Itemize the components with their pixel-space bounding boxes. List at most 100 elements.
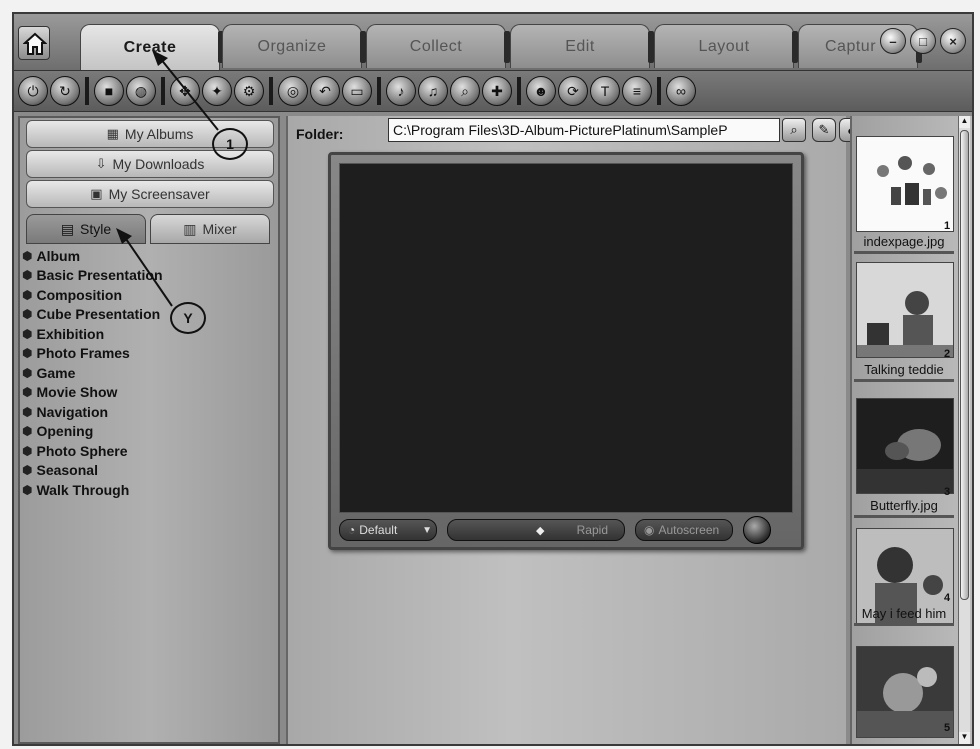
my-screensaver-button[interactable]: ▣ My Screensaver: [26, 180, 274, 208]
tab-organize[interactable]: Organize: [222, 24, 366, 68]
person-icon: ☻: [533, 83, 549, 99]
style-item-label: Photo Frames: [36, 345, 130, 362]
cube-icon: ⬢: [22, 268, 33, 283]
thumbnail-1[interactable]: [856, 136, 954, 232]
thumbnail-number: 3: [944, 486, 951, 498]
style-item-label: Game: [36, 364, 76, 381]
folder-button[interactable]: ▭: [342, 76, 372, 106]
cube-icon: ⬢: [22, 443, 33, 458]
speed-slider[interactable]: ◆ Rapid: [447, 519, 625, 541]
music-icon: ♪: [397, 83, 405, 99]
mode-select[interactable]: ◔ Default ▼: [339, 519, 437, 541]
thumbnail-scrollbar[interactable]: ▲ ▼: [958, 116, 970, 744]
thumbnail-number: 1: [944, 220, 951, 232]
text-icon: T: [600, 83, 610, 99]
style-item[interactable]: ⬢ Cube Presentation: [22, 305, 276, 325]
left-panel: ▦ My Albums ⇩ My Downloads ▣ My Screensa…: [18, 116, 280, 744]
autoscreen-label: Autoscreen: [658, 523, 720, 537]
style-item[interactable]: ⬢ Composition: [22, 285, 276, 305]
move-button[interactable]: ✥: [170, 76, 200, 106]
scroll-thumb[interactable]: [960, 130, 969, 600]
cube-icon: ⬢: [22, 482, 33, 497]
folder-label: Folder:: [296, 126, 344, 142]
style-item[interactable]: ⬢ Photo Frames: [22, 344, 276, 364]
globe-button[interactable]: ◍: [126, 76, 156, 106]
cube-icon: ⬢: [22, 307, 33, 322]
autoscreen-button[interactable]: ◉ Autoscreen: [635, 519, 733, 541]
cube-icon: ⬢: [22, 326, 33, 341]
my-screensaver-label: My Screensaver: [108, 186, 210, 202]
callout-2: Y: [170, 302, 206, 334]
style-item-label: Basic Presentation: [36, 267, 163, 284]
play-button[interactable]: [743, 516, 771, 544]
mode-icon: ◔: [348, 523, 356, 537]
puzzle-button[interactable]: ✚: [482, 76, 512, 106]
cube-icon: ⬢: [22, 287, 33, 302]
style-item[interactable]: ⬢ Movie Show: [22, 383, 276, 403]
preview-controls: ◔ Default ▼ ◆ Rapid ◉ Autoscreen: [339, 516, 793, 544]
maximize-icon: □: [919, 33, 927, 49]
list-button[interactable]: ≡: [622, 76, 652, 106]
scroll-up-icon[interactable]: ▲: [959, 116, 970, 128]
settings-icon: ⚙: [242, 82, 256, 99]
style-item[interactable]: ⬢ Seasonal: [22, 461, 276, 481]
pen-button[interactable]: ✎: [812, 118, 836, 142]
music-alt-button[interactable]: ♫: [418, 76, 448, 106]
stop-button[interactable]: ■: [94, 76, 124, 106]
maximize-button[interactable]: □: [910, 28, 936, 54]
rotate-button[interactable]: ⟳: [558, 76, 588, 106]
close-icon: ×: [949, 33, 957, 49]
preview-screen[interactable]: [339, 163, 793, 513]
cube-icon: ⬢: [22, 346, 33, 361]
style-item[interactable]: ⬢ Opening: [22, 422, 276, 442]
thumbnail-label: Butterfly.jpg: [854, 498, 954, 518]
toolbar-separator: [377, 77, 381, 105]
link-button[interactable]: ∞: [666, 76, 696, 106]
tab-mixer[interactable]: ▥ Mixer: [150, 214, 270, 244]
tab-collect[interactable]: Collect: [366, 24, 510, 68]
toolbar-separator: [269, 77, 273, 105]
person-button[interactable]: ☻: [526, 76, 556, 106]
home-button[interactable]: [18, 26, 50, 60]
tab-style[interactable]: ▤ Style: [26, 214, 146, 244]
style-item[interactable]: ⬢ Album: [22, 246, 276, 266]
text-button[interactable]: T: [590, 76, 620, 106]
style-item[interactable]: ⬢ Walk Through: [22, 480, 276, 500]
tab-create[interactable]: Create: [80, 24, 224, 70]
power-button[interactable]: ⏻: [18, 76, 48, 106]
style-item[interactable]: ⬢ Navigation: [22, 402, 276, 422]
music-button[interactable]: ♪: [386, 76, 416, 106]
cube-icon: ⬢: [22, 424, 33, 439]
disc-button[interactable]: ◎: [278, 76, 308, 106]
undo-button[interactable]: ↶: [310, 76, 340, 106]
minimize-button[interactable]: –: [880, 28, 906, 54]
style-item-label: Navigation: [36, 403, 109, 420]
chevron-down-icon: ▼: [422, 524, 432, 536]
settings-button[interactable]: ⚙: [234, 76, 264, 106]
toolbar-separator: [517, 77, 521, 105]
thumbnail-3-image: [857, 399, 953, 493]
tab-edit[interactable]: Edit: [510, 24, 654, 68]
thumbnail-3[interactable]: [856, 398, 954, 494]
toolbar-separator: [161, 77, 165, 105]
thumbnail-2[interactable]: [856, 262, 954, 358]
style-item[interactable]: ⬢ Photo Sphere: [22, 441, 276, 461]
folder-path-input[interactable]: C:\Program Files\3D-Album-PicturePlatinu…: [388, 118, 780, 142]
close-button[interactable]: ×: [940, 28, 966, 54]
scroll-down-icon[interactable]: ▼: [959, 732, 970, 744]
browse-icon: ⌕: [790, 122, 798, 137]
style-item[interactable]: ⬢ Exhibition: [22, 324, 276, 344]
power-icon: ⏻: [27, 82, 39, 99]
search-button[interactable]: ⌕: [450, 76, 480, 106]
thumbnail-1-image: [877, 156, 947, 205]
cube-icon: ⬢: [22, 463, 33, 478]
folder-browse-button[interactable]: ⌕: [782, 118, 806, 142]
style-item[interactable]: ⬢ Game: [22, 363, 276, 383]
magic-button[interactable]: ✦: [202, 76, 232, 106]
style-item[interactable]: ⬢ Basic Presentation: [22, 266, 276, 286]
refresh-button[interactable]: ↻: [50, 76, 80, 106]
home-icon: [23, 32, 47, 55]
stop-icon: ■: [104, 83, 114, 99]
tab-layout[interactable]: Layout: [654, 24, 798, 68]
thumbnail-5[interactable]: [856, 646, 954, 738]
